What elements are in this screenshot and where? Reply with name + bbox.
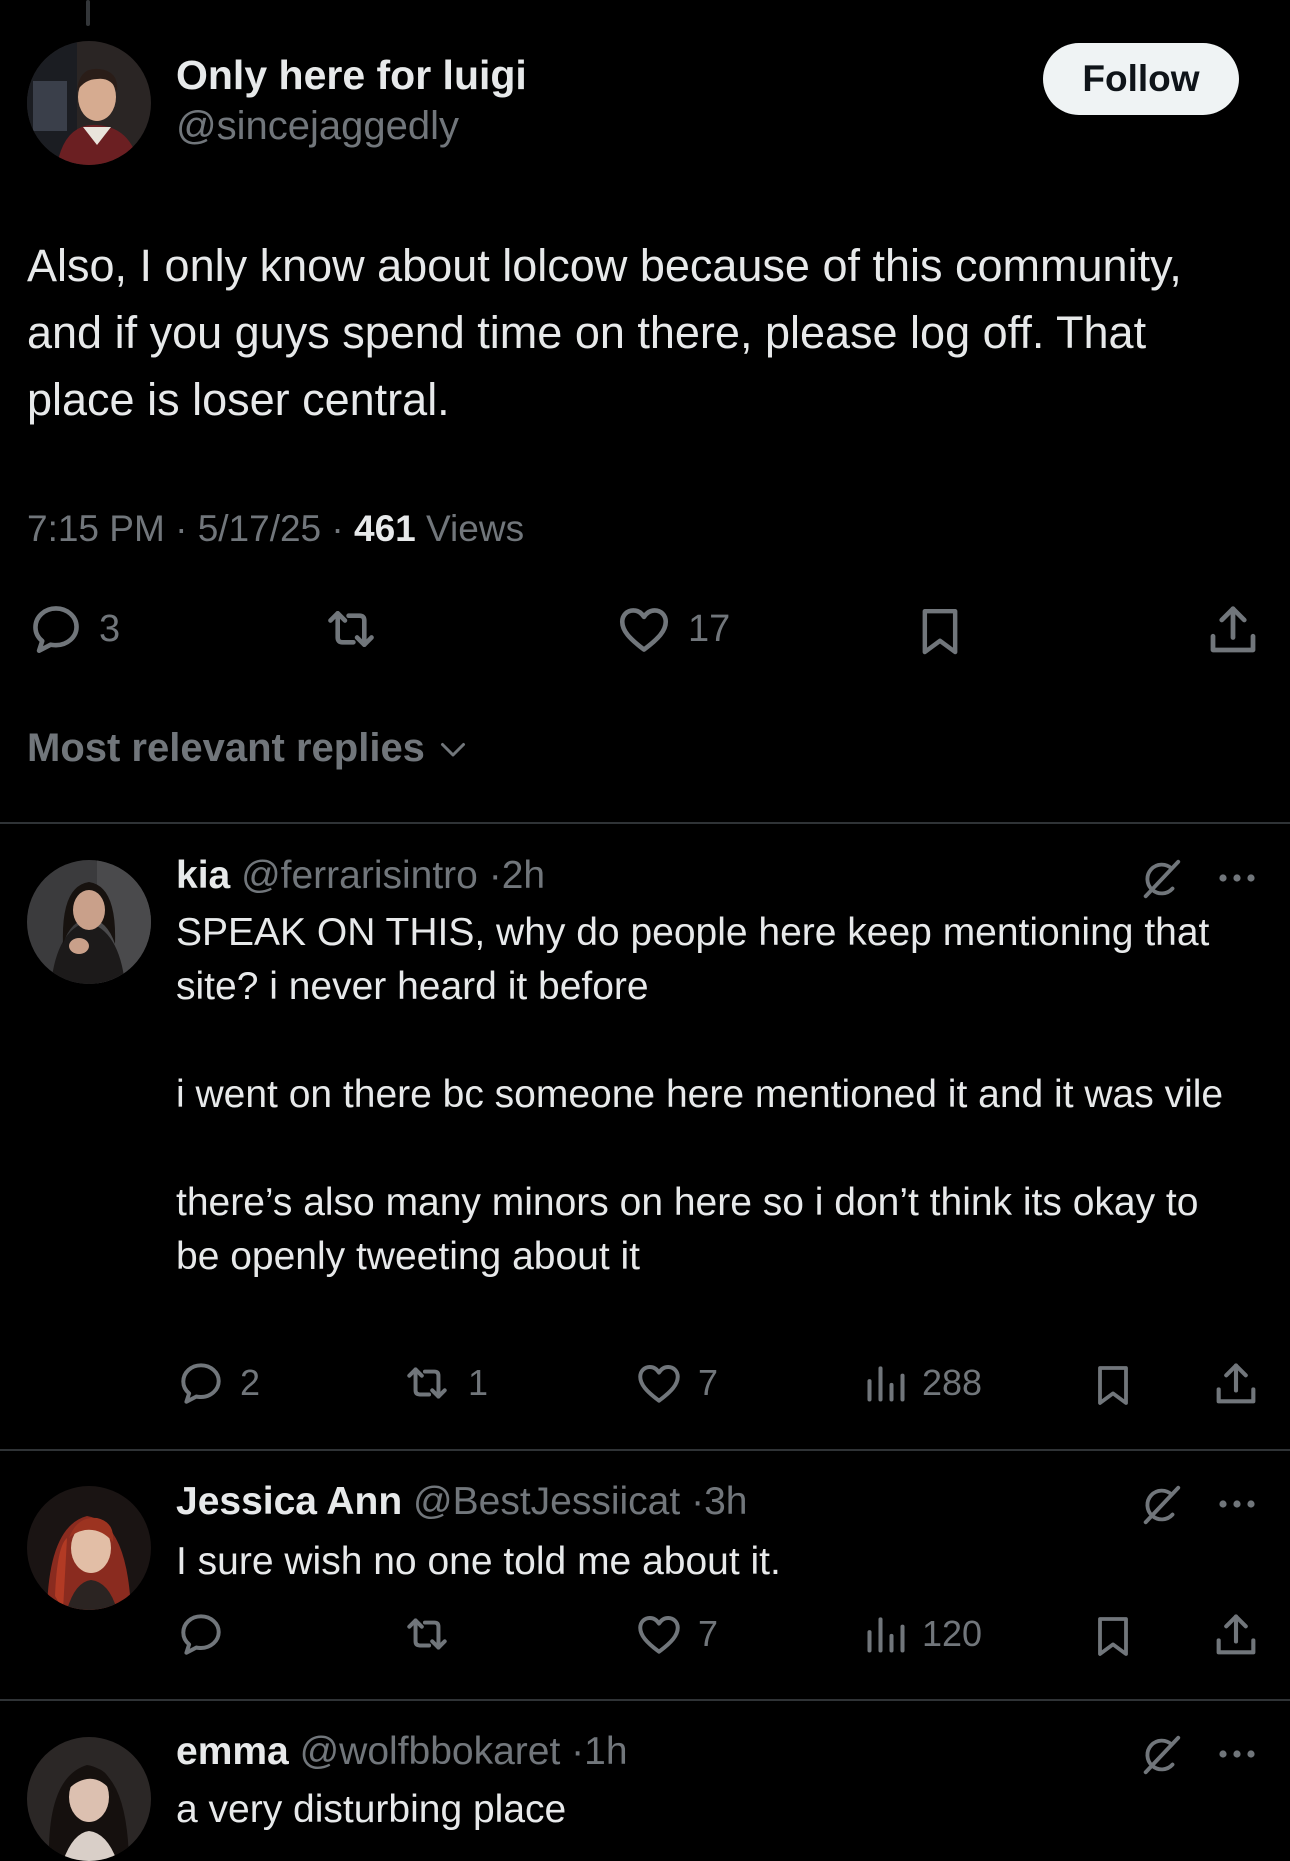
share-button[interactable] xyxy=(1210,1609,1262,1661)
views-icon xyxy=(867,1366,905,1402)
avatar-photo xyxy=(27,1486,151,1610)
views-button[interactable]: 120 xyxy=(864,1609,982,1659)
bookmark-icon xyxy=(1098,1366,1128,1405)
reply-header: kia @ferrarisintro ·2h xyxy=(176,854,545,898)
reply-item[interactable]: Jessica Ann @BestJessiicat ·3h I sure wi… xyxy=(0,1451,1290,1699)
avatar-photo xyxy=(27,860,151,984)
reply-avatar[interactable] xyxy=(27,1737,151,1861)
grok-icon xyxy=(1143,1485,1181,1525)
views-button[interactable]: 288 xyxy=(864,1358,982,1408)
meta-separator: · xyxy=(488,854,502,897)
author-name[interactable]: Only here for luigi xyxy=(176,52,527,99)
more-icon xyxy=(1219,1750,1255,1758)
like-button[interactable]: 7 xyxy=(634,1358,718,1408)
repost-button[interactable]: 1 xyxy=(400,1358,488,1408)
repost-button[interactable] xyxy=(320,600,382,658)
reply-header: Jessica Ann @BestJessiicat ·3h xyxy=(176,1480,747,1524)
bookmark-button[interactable] xyxy=(1089,1609,1137,1663)
reply-author-handle[interactable]: @BestJessiicat xyxy=(413,1480,680,1523)
bookmark-icon xyxy=(1098,1617,1128,1656)
reply-count: 3 xyxy=(99,607,121,650)
reply-age[interactable]: 3h xyxy=(704,1480,747,1523)
like-icon xyxy=(638,1615,680,1654)
grok-icon xyxy=(1143,1735,1181,1775)
reply-author-name[interactable]: kia xyxy=(176,854,230,897)
more-icon xyxy=(1219,874,1255,882)
grok-button[interactable] xyxy=(1138,856,1184,907)
tweet-time[interactable]: 7:15 PM xyxy=(27,508,165,549)
reply-age[interactable]: 1h xyxy=(584,1730,627,1773)
meta-separator: · xyxy=(691,1480,705,1523)
share-icon xyxy=(1216,1363,1256,1404)
like-button[interactable]: 7 xyxy=(634,1609,718,1659)
reply-item[interactable]: kia @ferrarisintro ·2h SPEAK ON THIS, wh… xyxy=(0,824,1290,1449)
tweet-meta: 7:15 PM · 5/17/25 · 461 Views xyxy=(27,508,524,550)
reply-icon xyxy=(181,1614,221,1655)
reply-avatar[interactable] xyxy=(27,860,151,984)
bookmark-button[interactable] xyxy=(912,600,968,662)
like-icon xyxy=(638,1364,680,1403)
share-icon xyxy=(1210,606,1256,653)
reply-item[interactable]: emma @wolfbbokaret ·1h a very disturbing… xyxy=(0,1701,1290,1861)
share-button[interactable] xyxy=(1203,600,1263,660)
meta-separator: · xyxy=(175,508,198,549)
views-count: 288 xyxy=(922,1362,983,1403)
more-icon xyxy=(1219,1500,1255,1508)
grok-button[interactable] xyxy=(1138,1732,1184,1783)
bookmark-button[interactable] xyxy=(1089,1358,1137,1412)
like-button[interactable]: 17 xyxy=(614,600,730,658)
more-options-button[interactable] xyxy=(1213,854,1261,907)
reply-avatar[interactable] xyxy=(27,1486,151,1610)
bookmark-icon xyxy=(922,608,958,655)
avatar-photo xyxy=(27,1737,151,1861)
reply-author-handle[interactable]: @wolfbbokaret xyxy=(300,1730,561,1773)
reply-text: a very disturbing place xyxy=(176,1788,567,1831)
reply-age[interactable]: 2h xyxy=(502,854,545,897)
tweet-text: Also, I only know about lolcow because o… xyxy=(27,240,1182,425)
views-label: Views xyxy=(426,508,525,549)
like-count: 17 xyxy=(688,607,731,650)
reply-text: I sure wish no one told me about it. xyxy=(176,1540,781,1583)
tweet-date[interactable]: 5/17/25 xyxy=(198,508,321,549)
reply-button[interactable]: 3 xyxy=(27,600,120,658)
reply-author-name[interactable]: emma xyxy=(176,1730,289,1773)
views-icon xyxy=(867,1617,905,1653)
author-avatar[interactable] xyxy=(27,41,151,165)
author-handle[interactable]: @sincejaggedly xyxy=(176,104,459,149)
reply-text: SPEAK ON THIS, why do people here keep m… xyxy=(176,911,1224,1278)
replies-sort-dropdown[interactable]: Most relevant replies xyxy=(27,726,471,771)
reply-icon xyxy=(33,606,79,654)
repost-icon xyxy=(407,1367,447,1399)
share-icon xyxy=(1216,1614,1256,1655)
reply-icon xyxy=(181,1363,221,1404)
more-options-button[interactable] xyxy=(1213,1480,1261,1533)
meta-separator: · xyxy=(571,1730,585,1773)
reply-button[interactable]: 2 xyxy=(176,1358,260,1408)
views-count: 120 xyxy=(922,1613,983,1654)
grok-button[interactable] xyxy=(1138,1482,1184,1533)
sort-label: Most relevant replies xyxy=(27,726,425,770)
thread-line xyxy=(86,0,90,26)
share-button[interactable] xyxy=(1210,1358,1262,1410)
avatar-photo xyxy=(27,41,151,165)
repost-button[interactable] xyxy=(400,1609,454,1659)
more-options-button[interactable] xyxy=(1213,1730,1261,1783)
views-count: 461 xyxy=(354,508,416,549)
like-icon xyxy=(619,608,669,652)
reply-author-name[interactable]: Jessica Ann xyxy=(176,1480,402,1523)
repost-count: 1 xyxy=(468,1362,489,1403)
reply-header: emma @wolfbbokaret ·1h xyxy=(176,1730,628,1774)
chevron-down-icon xyxy=(440,742,465,756)
meta-separator: · xyxy=(331,508,355,549)
like-count: 7 xyxy=(698,1362,719,1403)
repost-icon xyxy=(407,1618,447,1650)
reply-button[interactable] xyxy=(176,1609,226,1659)
grok-icon xyxy=(1143,859,1181,899)
repost-icon xyxy=(328,610,374,648)
reply-author-handle[interactable]: @ferrarisintro xyxy=(241,854,478,897)
reply-count: 2 xyxy=(240,1362,261,1403)
like-count: 7 xyxy=(698,1613,719,1654)
follow-button[interactable]: Follow xyxy=(1043,43,1239,115)
